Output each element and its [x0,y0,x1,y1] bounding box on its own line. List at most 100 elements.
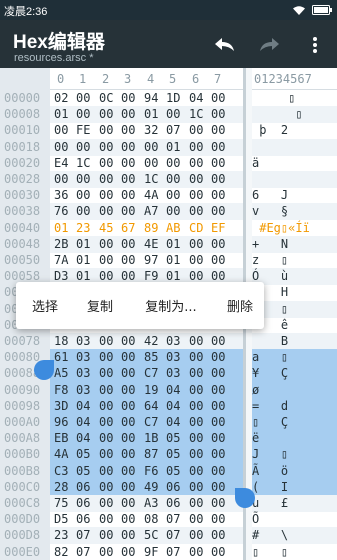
hex-byte[interactable]: 00 [121,187,142,204]
hex-bytes[interactable]: D5 06 00 00 08 07 00 00 [50,511,243,528]
hex-byte[interactable]: EF [211,220,232,237]
hex-byte[interactable]: 00 [121,349,142,366]
hex-byte[interactable]: 00 [189,349,210,366]
hex-byte[interactable]: 00 [211,544,232,560]
hex-row[interactable]: 00038 76 00 00 00 A7 00 00 00 v § [0,203,337,221]
ascii-text[interactable]: ¥ Ç [252,365,337,383]
hex-byte[interactable]: 04 [76,414,97,431]
hex-byte[interactable]: 23 [54,527,75,544]
hex-byte[interactable]: 00 [211,203,232,220]
hex-byte[interactable]: 00 [189,495,210,512]
hex-byte[interactable]: 28 [54,479,75,496]
hex-byte[interactable]: C7 [144,365,165,382]
ascii-text[interactable]: #Eg▯«Íï [252,220,337,237]
hex-byte[interactable]: 00 [211,414,232,431]
hex-byte[interactable]: 00 [76,90,97,107]
hex-byte[interactable]: 00 [211,349,232,366]
hex-row[interactable]: 00018 00 00 00 00 00 01 00 00 [0,138,337,156]
hex-byte[interactable]: 2B [54,236,75,253]
hex-byte[interactable]: 01 [144,106,165,123]
hex-bytes[interactable]: 7A 01 00 00 97 01 00 00 [50,252,243,269]
menu-item-delete[interactable]: 删除 [216,282,264,329]
hex-byte[interactable]: 00 [211,463,232,480]
hex-row[interactable]: 000C0 28 06 00 00 49 06 00 00( I [0,478,337,496]
hex-row[interactable]: 000D8 23 07 00 00 5C 07 00 00 # \ [0,527,337,545]
hex-bytes[interactable]: 00 00 00 00 1C 00 00 00 [50,171,243,188]
more-options-button[interactable] [302,32,328,58]
hex-byte[interactable]: 00 [76,106,97,123]
hex-byte[interactable]: 49 [144,479,165,496]
hex-byte[interactable]: 00 [121,446,142,463]
hex-byte[interactable]: 00 [121,90,142,107]
hex-byte[interactable]: 00 [189,382,210,399]
hex-byte[interactable]: 00 [99,349,120,366]
hex-byte[interactable]: 00 [99,203,120,220]
hex-byte[interactable]: 00 [189,511,210,528]
hex-byte[interactable]: 00 [99,252,120,269]
ascii-text[interactable]: Ã ö [252,462,337,480]
hex-bytes[interactable]: F8 03 00 00 19 04 00 00 [50,381,243,399]
hex-byte[interactable]: 00 [99,430,120,447]
hex-byte[interactable]: 97 [144,252,165,269]
hex-byte[interactable]: 00 [121,106,142,123]
hex-byte[interactable]: 42 [144,333,165,350]
hex-byte[interactable]: 01 [76,236,97,253]
hex-byte[interactable]: 00 [121,398,142,415]
hex-byte[interactable]: 00 [189,365,210,382]
ascii-text[interactable]: H [252,284,337,301]
ascii-text[interactable]: ê [252,317,337,334]
hex-byte[interactable]: 87 [144,446,165,463]
hex-byte[interactable]: 64 [144,398,165,415]
hex-byte[interactable]: F6 [144,463,165,480]
hex-byte[interactable]: 00 [189,430,210,447]
hex-bytes[interactable]: 23 07 00 00 5C 07 00 00 [50,527,243,545]
hex-byte[interactable]: 4E [144,236,165,253]
hex-row[interactable]: 00078 18 03 00 00 42 03 00 00 B [0,333,337,350]
hex-bytes[interactable]: EB 04 00 00 1B 05 00 00 [50,430,243,448]
hex-byte[interactable]: 00 [211,171,232,188]
hex-byte[interactable]: 00 [121,155,142,172]
selection-start-handle[interactable] [34,360,54,380]
hex-byte[interactable]: 00 [121,236,142,253]
hex-byte[interactable]: 00 [76,187,97,204]
hex-byte[interactable]: 23 [76,220,97,237]
hex-byte[interactable]: 00 [166,187,187,204]
hex-byte[interactable]: 00 [99,511,120,528]
hex-byte[interactable]: 00 [99,106,120,123]
hex-byte[interactable]: 00 [189,414,210,431]
ascii-text[interactable]: þ 2 [252,122,337,139]
hex-byte[interactable]: 00 [99,495,120,512]
hex-byte[interactable]: 1C [189,106,210,123]
hex-byte[interactable]: 07 [76,527,97,544]
hex-bytes[interactable]: A5 03 00 00 C7 03 00 00 [50,365,243,383]
hex-bytes[interactable]: 61 03 00 00 85 03 00 00 [50,349,243,367]
hex-byte[interactable]: CD [189,220,210,237]
ascii-text[interactable]: + N [252,235,337,253]
hex-byte[interactable]: A5 [54,365,75,382]
hex-row[interactable]: 000C8 75 06 00 00 A3 06 00 00 u £ [0,495,337,512]
hex-byte[interactable]: 05 [166,446,187,463]
hex-byte[interactable]: 00 [99,171,120,188]
hex-byte[interactable]: 00 [121,122,142,139]
hex-byte[interactable]: 06 [166,479,187,496]
hex-byte[interactable]: 61 [54,349,75,366]
hex-byte[interactable]: 00 [211,252,232,269]
ascii-text[interactable]: ▯ [252,90,337,107]
hex-bytes[interactable]: 3D 04 00 00 64 04 00 00 [50,397,243,415]
hex-byte[interactable]: FE [76,122,97,139]
hex-byte[interactable]: 00 [189,252,210,269]
hex-byte[interactable]: 00 [99,544,120,560]
hex-byte[interactable]: 00 [99,527,120,544]
ascii-text[interactable]: = d [252,397,337,415]
hex-row[interactable]: 00008 01 00 00 00 01 00 1C 00 ▯ [0,106,337,124]
hex-byte[interactable]: 00 [211,479,232,496]
hex-byte[interactable]: 00 [189,236,210,253]
hex-byte[interactable]: 00 [189,544,210,560]
redo-button[interactable] [256,32,282,58]
hex-byte[interactable]: 00 [189,398,210,415]
hex-byte[interactable]: 4A [144,187,165,204]
hex-byte[interactable]: 00 [189,122,210,139]
hex-byte[interactable]: C3 [54,463,75,480]
hex-byte[interactable]: 00 [189,479,210,496]
hex-byte[interactable]: 00 [189,463,210,480]
